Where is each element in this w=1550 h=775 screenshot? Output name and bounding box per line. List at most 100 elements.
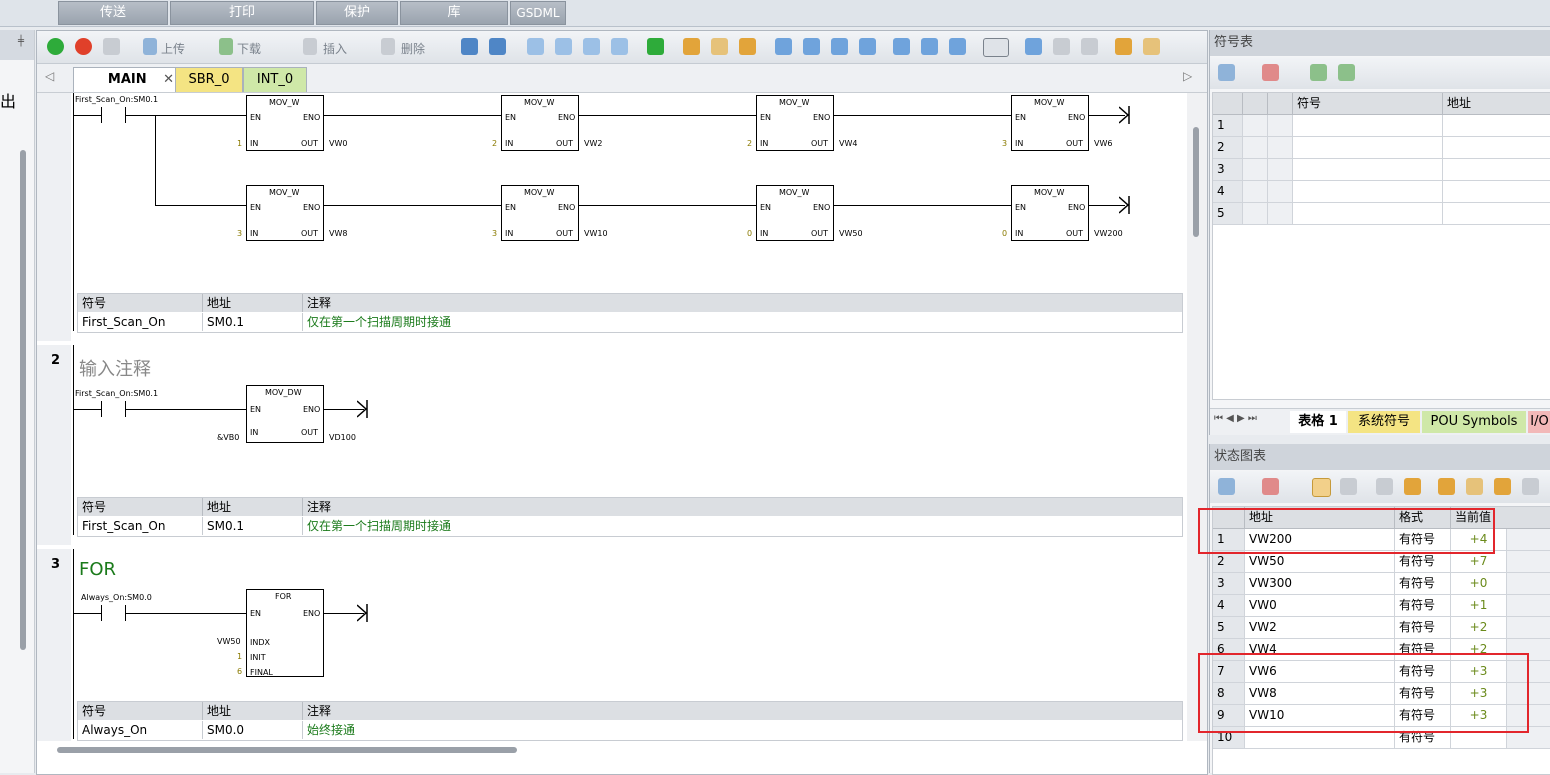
status-cell-new-value[interactable] bbox=[1507, 595, 1550, 617]
ribbon-tab-gsdml[interactable]: GSDML bbox=[510, 1, 566, 25]
status-row-number[interactable]: 4 bbox=[1213, 595, 1245, 617]
download-icon[interactable] bbox=[219, 38, 233, 55]
delete-row-icon[interactable] bbox=[1262, 478, 1279, 495]
line-down-icon[interactable] bbox=[803, 38, 820, 55]
ribbon-tab-transfer[interactable]: 传送 bbox=[58, 1, 168, 25]
run-icon[interactable] bbox=[47, 38, 64, 55]
create-table-icon[interactable] bbox=[1310, 64, 1327, 81]
write-icon[interactable] bbox=[1404, 478, 1421, 495]
status-cell-format[interactable]: 有符号 bbox=[1395, 551, 1451, 573]
upload-icon[interactable] bbox=[143, 38, 157, 55]
insert-label[interactable]: 插入 bbox=[323, 40, 347, 57]
compile-icon[interactable] bbox=[103, 38, 120, 55]
sym-cell-address[interactable] bbox=[1443, 159, 1550, 181]
n2-contact[interactable] bbox=[101, 401, 102, 417]
sym-cell-address[interactable] bbox=[1443, 181, 1550, 203]
sym-cell[interactable] bbox=[1268, 137, 1293, 159]
delete-label[interactable]: 删除 bbox=[401, 40, 425, 57]
status-cell-new-value[interactable] bbox=[1507, 573, 1550, 595]
contact-icon[interactable] bbox=[893, 38, 910, 55]
sym-row-number[interactable]: 3 bbox=[1213, 159, 1243, 181]
tab-scroll-left-icon[interactable]: ◁ bbox=[45, 69, 54, 83]
mov-w-out-value[interactable]: VW4 bbox=[839, 139, 857, 148]
status-cell-format[interactable]: 有符号 bbox=[1395, 617, 1451, 639]
mov-w-box[interactable]: MOV_W EN ENO IN OUT bbox=[1011, 95, 1089, 151]
n2-movdw-box[interactable]: MOV_DW EN ENO IN OUT bbox=[246, 385, 324, 443]
sym-cell-symbol[interactable] bbox=[1293, 115, 1443, 137]
clear-bookmark-icon[interactable] bbox=[611, 38, 628, 55]
sym-cell[interactable] bbox=[1243, 181, 1268, 203]
network-2-title[interactable]: 输入注释 bbox=[79, 355, 151, 381]
ribbon-tab-protect[interactable]: 保护 bbox=[316, 1, 398, 25]
sheet-tab-pou-symbols[interactable]: POU Symbols bbox=[1422, 411, 1526, 433]
sym-cell[interactable] bbox=[1243, 137, 1268, 159]
mov-w-box[interactable]: MOV_W EN ENO IN OUT bbox=[246, 185, 324, 241]
branch-icon[interactable] bbox=[775, 38, 792, 55]
download-label[interactable]: 下载 bbox=[237, 40, 261, 57]
read-forced-icon[interactable] bbox=[1522, 478, 1539, 495]
tab-int0[interactable]: INT_0 bbox=[243, 67, 307, 92]
n3-indx-value[interactable]: VW50 bbox=[217, 637, 241, 646]
sym-cell-symbol[interactable] bbox=[1293, 181, 1443, 203]
tab-sbr0[interactable]: SBR_0 bbox=[175, 67, 243, 92]
line-right-icon[interactable] bbox=[859, 38, 876, 55]
mov-w-box[interactable]: MOV_W EN ENO IN OUT bbox=[756, 95, 834, 151]
sym-cell[interactable] bbox=[1243, 159, 1268, 181]
mov-w-in-value[interactable]: 2 bbox=[747, 139, 752, 148]
left-panel-scrollbar[interactable] bbox=[20, 150, 26, 650]
key-icon[interactable] bbox=[1115, 38, 1132, 55]
mov-w-in-value[interactable]: 2 bbox=[492, 139, 497, 148]
status-cell-format[interactable]: 有符号 bbox=[1395, 595, 1451, 617]
n3-contact[interactable] bbox=[101, 605, 102, 621]
status-cell-format[interactable]: 有符号 bbox=[1395, 573, 1451, 595]
n2-out-value[interactable]: VD100 bbox=[329, 433, 356, 442]
mov-w-box[interactable]: MOV_W EN ENO IN OUT bbox=[501, 95, 579, 151]
annotation-icon[interactable] bbox=[1081, 38, 1098, 55]
pin-icon[interactable]: ╪ bbox=[18, 36, 24, 47]
n3-sym-comment[interactable]: 始终接通 bbox=[303, 721, 1182, 739]
pou-icon[interactable] bbox=[983, 38, 1009, 57]
unforce-all-icon[interactable] bbox=[1494, 478, 1511, 495]
close-icon[interactable]: ✕ bbox=[163, 72, 174, 87]
status-cell-address[interactable]: VW2 bbox=[1245, 617, 1395, 639]
status-cell-new-value[interactable] bbox=[1507, 551, 1550, 573]
n3-sym-symbol[interactable]: Always_On bbox=[78, 721, 203, 739]
lock-icon[interactable] bbox=[683, 38, 700, 55]
n3-init-value[interactable]: 1 bbox=[237, 652, 242, 661]
mov-w-out-value[interactable]: VW6 bbox=[1094, 139, 1112, 148]
unlock-icon[interactable] bbox=[711, 38, 728, 55]
editor-vertical-scrollbar[interactable] bbox=[1187, 93, 1207, 741]
ribbon-tab-print[interactable]: 打印 bbox=[170, 1, 314, 25]
sym-row-number[interactable]: 2 bbox=[1213, 137, 1243, 159]
upload-label[interactable]: 上传 bbox=[161, 40, 185, 57]
chart-status-icon[interactable] bbox=[1312, 478, 1331, 497]
status-row-number[interactable]: 3 bbox=[1213, 573, 1245, 595]
read-icon[interactable] bbox=[1376, 478, 1393, 495]
mov-w-out-value[interactable]: VW0 bbox=[329, 139, 347, 148]
stop-icon[interactable] bbox=[75, 38, 92, 55]
sheet-tab-system-symbols[interactable]: 系统符号 bbox=[1348, 411, 1420, 433]
n2-sym-symbol[interactable]: First_Scan_On bbox=[78, 517, 203, 535]
n3-sym-addr[interactable]: SM0.0 bbox=[203, 721, 303, 739]
network-view-icon[interactable] bbox=[489, 38, 506, 55]
coil-icon[interactable] bbox=[921, 38, 938, 55]
sym-cell[interactable] bbox=[1268, 115, 1293, 137]
mov-w-in-value[interactable]: 1 bbox=[237, 139, 242, 148]
sym-cell-address[interactable] bbox=[1443, 137, 1550, 159]
sheet-tab-io[interactable]: I/O bbox=[1528, 411, 1550, 433]
status-row-number[interactable]: 5 bbox=[1213, 617, 1245, 639]
n3-for-box[interactable]: FOR EN ENO INDX INIT FINAL bbox=[246, 589, 324, 677]
sym-cell-address[interactable] bbox=[1443, 203, 1550, 225]
add-row-icon[interactable] bbox=[1218, 64, 1235, 81]
bookmark-icon[interactable] bbox=[527, 38, 544, 55]
sym-cell[interactable] bbox=[1243, 203, 1268, 225]
n2-sym-comment[interactable]: 仅在第一个扫描周期时接通 bbox=[303, 517, 1182, 535]
sym-cell[interactable] bbox=[1268, 181, 1293, 203]
mov-w-box[interactable]: MOV_W EN ENO IN OUT bbox=[501, 185, 579, 241]
sym-row-number[interactable]: 5 bbox=[1213, 203, 1243, 225]
add-row-icon[interactable] bbox=[1218, 478, 1235, 495]
delete-icon[interactable] bbox=[381, 38, 395, 55]
goto-icon[interactable] bbox=[647, 38, 664, 55]
mov-w-box[interactable]: MOV_W EN ENO IN OUT bbox=[246, 95, 324, 151]
properties-icon[interactable] bbox=[1143, 38, 1160, 55]
